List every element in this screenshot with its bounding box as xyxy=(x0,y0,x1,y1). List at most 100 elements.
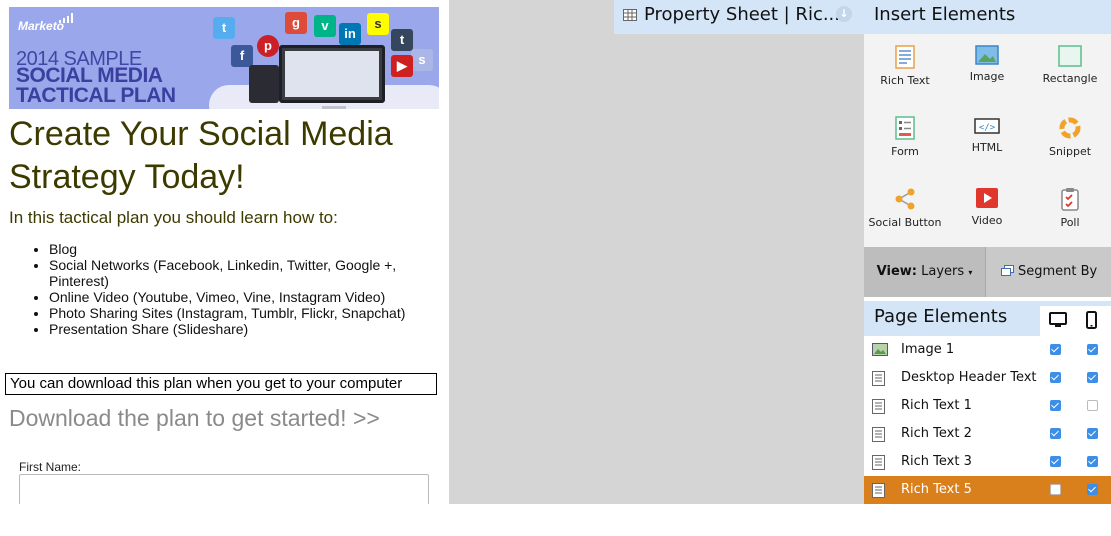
arrow-down-icon[interactable]: ↓ xyxy=(836,6,852,22)
insert-rectangle-button[interactable]: Rectangle xyxy=(1029,34,1111,104)
insert-label: HTML xyxy=(971,141,1003,154)
insert-label: Snippet xyxy=(1048,145,1092,158)
banner-line-2: SOCIAL MEDIA xyxy=(16,64,163,87)
facebook-icon: f xyxy=(231,45,253,67)
rich-text-icon xyxy=(872,427,885,442)
desktop-visibility-checkbox[interactable] xyxy=(1050,344,1061,355)
page-canvas[interactable]: Marketo 2014 SAMPLE SOCIAL MEDIA TACTICA… xyxy=(0,0,449,504)
page-headline[interactable]: Create Your Social Media Strategy Today! xyxy=(9,113,439,199)
banner-title-text: SOCIAL MEDIA TACTICAL PLAN xyxy=(16,64,176,107)
page-element-name: Rich Text 3 xyxy=(901,454,972,469)
insert-social-button-button[interactable]: Social Button xyxy=(864,176,946,246)
view-toolbar: View: Layers ▾ Segment By xyxy=(864,247,1111,297)
page-element-row[interactable]: Desktop Header Text xyxy=(864,364,1111,392)
page-element-name: Image 1 xyxy=(901,342,955,357)
list-item: Presentation Share (Slideshare) xyxy=(49,321,449,337)
table-icon xyxy=(623,9,637,21)
right-panel: Insert Elements Rich Text Image Rectangl… xyxy=(864,0,1111,504)
workspace-area xyxy=(449,34,864,504)
selected-rich-text-element[interactable]: You can download this plan when you get … xyxy=(5,373,437,395)
desktop-visibility-checkbox[interactable] xyxy=(1050,400,1061,411)
vine-icon: v xyxy=(314,15,336,37)
view-dropdown[interactable]: View: Layers ▾ xyxy=(864,247,986,297)
list-item: Online Video (Youtube, Vimeo, Vine, Inst… xyxy=(49,289,449,305)
youtube-icon: ▶ xyxy=(391,55,413,77)
list-item: Blog xyxy=(49,241,449,257)
html-icon: </> xyxy=(974,118,1000,134)
insert-video-button[interactable]: Video xyxy=(946,176,1028,246)
intro-text[interactable]: In this tactical plan you should learn h… xyxy=(9,208,338,228)
mobile-visibility-checkbox[interactable] xyxy=(1087,344,1098,355)
signal-bars-icon xyxy=(59,13,73,23)
insert-label: Poll xyxy=(1060,216,1080,229)
view-label: View: xyxy=(876,264,917,279)
form-icon xyxy=(895,116,915,140)
page-element-row[interactable]: Rich Text 5 xyxy=(864,476,1111,504)
social-button-icon xyxy=(895,188,915,210)
rich-text-icon xyxy=(872,399,885,414)
rich-text-icon xyxy=(872,371,885,386)
view-value: Layers xyxy=(921,264,965,279)
page-element-row[interactable]: Rich Text 2 xyxy=(864,420,1111,448)
desktop-visibility-checkbox[interactable] xyxy=(1050,484,1061,495)
page-elements-list: Image 1 Desktop Header Text Rich Text 1 Ric… xyxy=(864,336,1111,504)
desktop-visibility-checkbox[interactable] xyxy=(1050,428,1061,439)
mobile-visibility-checkbox[interactable] xyxy=(1087,372,1098,383)
mobile-visibility-checkbox[interactable] xyxy=(1087,456,1098,467)
insert-html-button[interactable]: </> HTML xyxy=(946,105,1028,175)
insert-snippet-button[interactable]: Snippet xyxy=(1029,105,1111,175)
list-item: Social Networks (Facebook, Linkedin, Twi… xyxy=(49,257,449,289)
list-item: Photo Sharing Sites (Instagram, Tumblr, … xyxy=(49,305,449,321)
insert-image-button[interactable]: Image xyxy=(946,34,1028,104)
insert-poll-button[interactable]: Poll xyxy=(1029,176,1111,246)
topics-list[interactable]: Blog Social Networks (Facebook, Linkedin… xyxy=(30,241,449,337)
insert-rich-text-button[interactable]: Rich Text xyxy=(864,34,946,104)
device-columns xyxy=(1040,306,1111,336)
property-sheet-tab[interactable]: Property Sheet | Ric... ↓ xyxy=(614,0,864,34)
rich-text-icon xyxy=(872,455,885,470)
first-name-field[interactable] xyxy=(19,474,429,504)
mobile-visibility-checkbox[interactable] xyxy=(1087,428,1098,439)
image-icon xyxy=(872,343,888,356)
page-element-row[interactable]: Image 1 xyxy=(864,336,1111,364)
page-element-row[interactable]: Rich Text 3 xyxy=(864,448,1111,476)
desktop-icon[interactable] xyxy=(1049,312,1067,328)
desktop-visibility-checkbox[interactable] xyxy=(1050,372,1061,383)
insert-label: Video xyxy=(971,214,1003,227)
pinterest-icon: p xyxy=(257,35,279,57)
rich-text-icon xyxy=(872,483,885,498)
brand-logo: Marketo xyxy=(18,19,65,33)
snippet-icon xyxy=(1059,117,1081,139)
segments-icon xyxy=(1000,265,1014,276)
page-elements-title: Page Elements xyxy=(874,306,1008,327)
hero-banner-image[interactable]: Marketo 2014 SAMPLE SOCIAL MEDIA TACTICA… xyxy=(9,7,439,109)
tumblr-icon: t xyxy=(391,29,413,51)
caret-down-icon: ▾ xyxy=(968,268,973,277)
cta-text[interactable]: Download the plan to get started! >> xyxy=(9,405,380,432)
segment-by-label: Segment By xyxy=(1017,264,1098,279)
mobile-visibility-checkbox[interactable] xyxy=(1087,484,1098,495)
rectangle-icon xyxy=(1058,45,1082,67)
insert-form-button[interactable]: Form xyxy=(864,105,946,175)
banner-line-3: TACTICAL PLAN xyxy=(16,84,176,107)
segment-by-button[interactable]: Segment By xyxy=(987,247,1111,297)
page-element-name: Rich Text 1 xyxy=(901,398,972,413)
desktop-visibility-checkbox[interactable] xyxy=(1050,456,1061,467)
insert-label: Form xyxy=(891,145,919,158)
video-icon xyxy=(976,188,998,208)
mobile-icon[interactable] xyxy=(1086,311,1097,329)
insert-label: Image xyxy=(969,70,1005,83)
page-element-row[interactable]: Rich Text 1 xyxy=(864,392,1111,420)
mobile-visibility-checkbox[interactable] xyxy=(1087,400,1098,411)
snapchat-icon: s xyxy=(367,13,389,35)
svg-text:</>: </> xyxy=(979,123,996,133)
insert-elements-header: Insert Elements xyxy=(864,0,1111,34)
page-element-name: Rich Text 5 xyxy=(901,482,972,497)
insert-label: Rich Text xyxy=(880,74,930,87)
property-sheet-title: Property Sheet | Ric... xyxy=(644,4,841,25)
slideshare-icon: s xyxy=(411,49,433,71)
insert-label: Social Button xyxy=(868,216,942,229)
workspace-area xyxy=(449,0,614,34)
page-element-name: Desktop Header Text xyxy=(901,370,1037,385)
linkedin-icon: in xyxy=(339,23,361,45)
